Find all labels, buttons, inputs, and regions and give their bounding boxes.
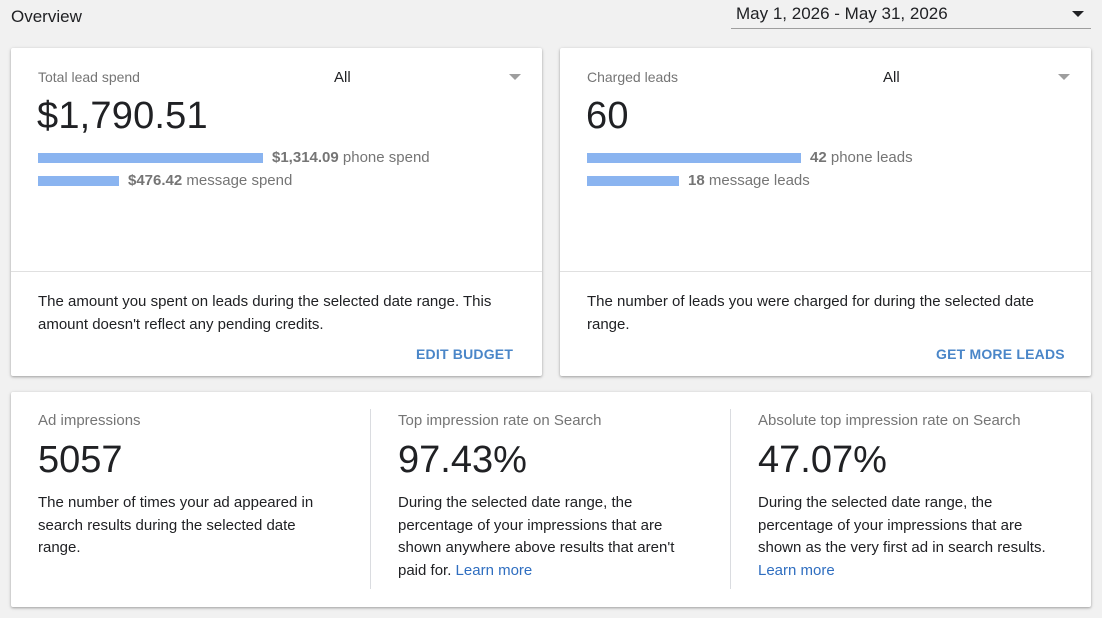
charged-leads-card: Charged leads All 60 42 phone leads 18 m… [560, 48, 1091, 376]
phone-spend-row: $1,314.09 phone spend [38, 149, 430, 166]
leads-filter-select[interactable]: All [883, 67, 1073, 87]
impressions-card: Ad impressions 5057 The number of times … [11, 392, 1091, 607]
page-title: Overview [11, 7, 82, 26]
phone-leads-row: 42 phone leads [587, 149, 913, 166]
card-description: The amount you spent on leads during the… [38, 293, 492, 333]
divider [730, 409, 731, 589]
message-spend-amount: $476.42 [128, 172, 183, 189]
message-spend-bar [38, 175, 119, 186]
date-range-value: May 1, 2026 - May 31, 2026 [736, 4, 948, 23]
description-text: During the selected date range, the perc… [398, 494, 675, 579]
bar-label: $476.42 message spend [128, 172, 292, 189]
spend-filter-select[interactable]: All [334, 67, 524, 87]
ad-impressions-metric: Ad impressions 5057 The number of times … [38, 392, 358, 607]
metric-value: 97.43% [398, 439, 527, 481]
learn-more-link[interactable]: Learn more [758, 562, 835, 579]
bar-label: 18 message leads [688, 172, 810, 189]
message-leads-row: 18 message leads [587, 172, 810, 189]
phone-spend-bar [38, 152, 263, 163]
metric-description: During the selected date range, the perc… [398, 492, 698, 582]
date-range-select[interactable]: May 1, 2026 - May 31, 2026 [731, 0, 1091, 29]
bar-label: 42 phone leads [810, 149, 913, 166]
charged-leads-value: 60 [586, 95, 629, 137]
phone-spend-amount: $1,314.09 [272, 149, 339, 166]
metric-value: 47.07% [758, 439, 887, 481]
total-lead-spend-card: Total lead spend All $1,790.51 $1,314.09… [11, 48, 542, 376]
phone-leads-count: 42 [810, 149, 827, 166]
divider [11, 271, 542, 272]
message-spend-text: message spend [186, 172, 293, 189]
phone-leads-text: phone leads [830, 149, 913, 166]
metric-label: Absolute top impression rate on Search [758, 412, 1021, 429]
chevron-down-icon [509, 74, 521, 80]
message-leads-bar [587, 175, 679, 186]
metric-value: 5057 [38, 439, 123, 481]
divider [560, 271, 1091, 272]
metric-description: The number of times your ad appeared in … [38, 492, 338, 560]
learn-more-link[interactable]: Learn more [456, 562, 533, 579]
divider [370, 409, 371, 589]
metric-label: Ad impressions [38, 412, 141, 429]
description-text: The number of times your ad appeared in … [38, 494, 314, 556]
top-impression-rate-metric: Top impression rate on Search 97.43% Dur… [398, 392, 718, 607]
get-more-leads-button[interactable]: GET MORE LEADS [936, 346, 1065, 362]
message-spend-row: $476.42 message spend [38, 172, 292, 189]
message-leads-count: 18 [688, 172, 705, 189]
total-spend-value: $1,790.51 [37, 95, 208, 137]
edit-budget-button[interactable]: EDIT BUDGET [416, 346, 513, 362]
metric-description: During the selected date range, the perc… [758, 492, 1058, 582]
description-text: During the selected date range, the perc… [758, 494, 1046, 556]
message-leads-text: message leads [708, 172, 810, 189]
filter-value: All [334, 68, 351, 86]
absolute-top-impression-rate-metric: Absolute top impression rate on Search 4… [758, 392, 1078, 607]
card-label: Charged leads [587, 69, 679, 85]
card-description: The number of leads you were charged for… [587, 293, 1034, 333]
filter-value: All [883, 68, 900, 86]
phone-leads-bar [587, 152, 801, 163]
chevron-down-icon [1072, 11, 1084, 17]
metric-label: Top impression rate on Search [398, 412, 602, 429]
bar-label: $1,314.09 phone spend [272, 149, 430, 166]
card-label: Total lead spend [38, 69, 140, 85]
chevron-down-icon [1058, 74, 1070, 80]
phone-spend-text: phone spend [342, 149, 430, 166]
